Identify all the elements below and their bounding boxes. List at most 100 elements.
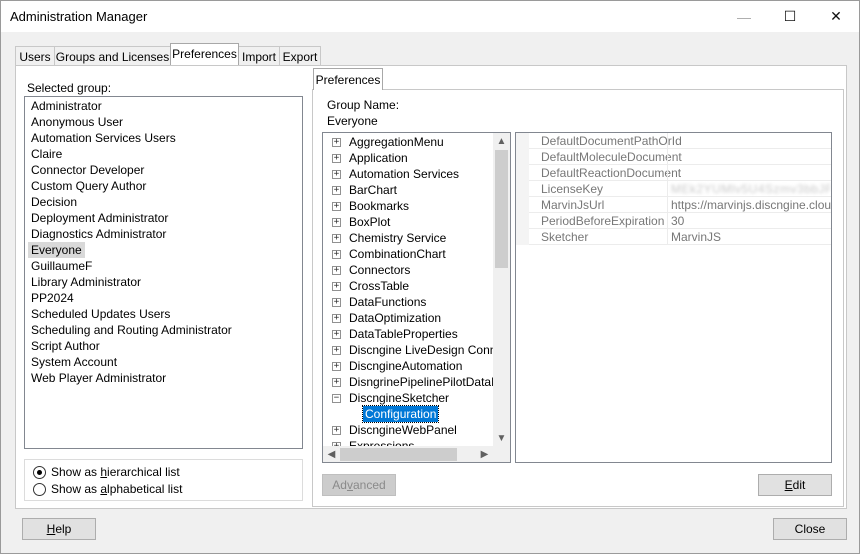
edit-button[interactable]: Edit bbox=[758, 474, 832, 496]
tree-node-label: Configuration bbox=[361, 405, 440, 423]
expand-icon[interactable]: + bbox=[332, 265, 341, 275]
expand-icon[interactable]: + bbox=[332, 217, 341, 227]
radio-hierarchical-label: Show as hierarchical list bbox=[51, 465, 180, 479]
expand-icon[interactable]: + bbox=[332, 425, 341, 435]
expand-icon[interactable]: + bbox=[332, 201, 341, 211]
tree-node-label: BarChart bbox=[349, 183, 398, 197]
property-row[interactable]: DefaultDocumentPathOrId bbox=[516, 133, 831, 149]
expand-icon[interactable]: + bbox=[332, 281, 341, 291]
tree-horizontal-scrollbar[interactable]: ◀ ▶ bbox=[323, 446, 493, 462]
property-key: PeriodBeforeExpiration bbox=[541, 214, 665, 228]
group-list-item[interactable]: Script Author bbox=[28, 338, 103, 354]
group-list-item[interactable]: PP2024 bbox=[28, 290, 77, 306]
tree-node[interactable]: + BarChart bbox=[332, 182, 399, 198]
property-row[interactable]: PeriodBeforeExpiration 30 bbox=[516, 213, 831, 229]
tree-node[interactable]: + Discngine LiveDesign Connect bbox=[332, 342, 510, 358]
group-list-item[interactable]: Scheduled Updates Users bbox=[28, 306, 173, 322]
expand-icon[interactable]: + bbox=[332, 137, 341, 147]
tree-node-label: DataTableProperties bbox=[349, 327, 458, 341]
group-list-item[interactable]: Custom Query Author bbox=[28, 178, 149, 194]
close-icon[interactable]: ✕ bbox=[813, 1, 859, 32]
minimize-icon[interactable]: — bbox=[721, 1, 767, 32]
expand-icon[interactable]: + bbox=[332, 345, 341, 355]
group-list-item[interactable]: Decision bbox=[28, 194, 80, 210]
tree-node[interactable]: + DataTableProperties bbox=[332, 326, 460, 342]
expand-icon[interactable]: + bbox=[332, 313, 341, 323]
tree-vertical-scrollbar[interactable]: ▲ ▼ bbox=[493, 133, 510, 447]
tab-export[interactable]: Export bbox=[279, 46, 321, 65]
properties-grid[interactable]: DefaultDocumentPathOrId DefaultMoleculeDo… bbox=[515, 132, 832, 463]
tree-node[interactable]: + CombinationChart bbox=[332, 246, 448, 262]
group-list-item[interactable]: GuillaumeF bbox=[28, 258, 95, 274]
group-list-item[interactable]: Library Administrator bbox=[28, 274, 144, 290]
expand-icon[interactable]: + bbox=[332, 153, 341, 163]
tree-node[interactable]: + Chemistry Service bbox=[332, 230, 448, 246]
scroll-down-icon[interactable]: ▼ bbox=[493, 430, 510, 447]
tab-preferences-inner[interactable]: Preferences bbox=[313, 68, 383, 90]
expand-icon[interactable]: + bbox=[332, 169, 341, 179]
tree-child-node[interactable]: Configuration bbox=[361, 405, 440, 423]
property-row[interactable]: LicenseKey MEk2YUMlv5U4Szmv3bbJFUq bbox=[516, 181, 831, 197]
help-button[interactable]: Help bbox=[22, 518, 96, 540]
expand-icon[interactable]: + bbox=[332, 329, 341, 339]
group-list-item[interactable]: Diagnostics Administrator bbox=[28, 226, 169, 242]
group-list-item[interactable]: Everyone bbox=[28, 242, 85, 258]
tree-node[interactable]: + Automation Services bbox=[332, 166, 461, 182]
close-button[interactable]: Close bbox=[773, 518, 847, 540]
expand-icon[interactable]: + bbox=[332, 233, 341, 243]
group-name-value: Everyone bbox=[327, 114, 378, 128]
property-row[interactable]: MarvinJsUrl https://marvinjs.discngine.cl… bbox=[516, 197, 831, 213]
expand-icon[interactable]: + bbox=[332, 185, 341, 195]
tab-groups-and-licenses[interactable]: Groups and Licenses bbox=[54, 46, 171, 65]
tree-node[interactable]: + DataFunctions bbox=[332, 294, 428, 310]
tree-node[interactable]: + BoxPlot bbox=[332, 214, 392, 230]
scroll-up-icon[interactable]: ▲ bbox=[493, 133, 510, 150]
group-list-item[interactable]: Anonymous User bbox=[28, 114, 126, 130]
radio-alphabetical[interactable]: Show as alphabetical list bbox=[33, 481, 182, 497]
maximize-icon[interactable]: ☐ bbox=[767, 1, 813, 32]
scroll-right-icon[interactable]: ▶ bbox=[476, 446, 493, 462]
tree-node[interactable]: + DiscngineWebPanel bbox=[332, 422, 459, 438]
tree-node-label: BoxPlot bbox=[349, 215, 391, 229]
group-list-item[interactable]: Administrator bbox=[28, 98, 105, 114]
tree-node[interactable]: + AggregationMenu bbox=[332, 134, 446, 150]
group-list-item[interactable]: Claire bbox=[28, 146, 65, 162]
tree-node[interactable]: + Connectors bbox=[332, 262, 412, 278]
group-list-item[interactable]: Deployment Administrator bbox=[28, 210, 171, 226]
group-list-item[interactable]: Automation Services Users bbox=[28, 130, 179, 146]
radio-alphabetical-circle[interactable] bbox=[33, 482, 46, 496]
property-row[interactable]: DefaultReactionDocument bbox=[516, 165, 831, 181]
tree-node-label: Automation Services bbox=[349, 167, 460, 181]
tree-node[interactable]: − DiscngineSketcher bbox=[332, 390, 451, 406]
tab-import[interactable]: Import bbox=[238, 46, 280, 65]
group-list-item[interactable]: Scheduling and Routing Administrator bbox=[28, 322, 235, 338]
group-list-item[interactable]: System Account bbox=[28, 354, 120, 370]
expand-icon[interactable]: + bbox=[332, 361, 341, 371]
tree-node[interactable]: + Application bbox=[332, 150, 410, 166]
property-row[interactable]: DefaultMoleculeDocument bbox=[516, 149, 831, 165]
advanced-button[interactable]: Advanced bbox=[322, 474, 396, 496]
selected-group-label: Selected group: bbox=[27, 81, 112, 95]
tab-users[interactable]: Users bbox=[15, 46, 55, 65]
expand-icon[interactable]: + bbox=[332, 377, 341, 387]
radio-hierarchical-circle[interactable] bbox=[33, 465, 46, 479]
tree-node[interactable]: + DisngrinePipelinePilotDataFun bbox=[332, 374, 510, 390]
group-list-item[interactable]: Connector Developer bbox=[28, 162, 147, 178]
tree-node[interactable]: + Bookmarks bbox=[332, 198, 411, 214]
radio-hierarchical[interactable]: Show as hierarchical list bbox=[33, 464, 180, 480]
group-listbox[interactable]: Administrator Anonymous User Automation Se… bbox=[24, 96, 303, 449]
tree-node[interactable]: + DataOptimization bbox=[332, 310, 443, 326]
collapse-icon[interactable]: − bbox=[332, 393, 341, 403]
tree-node[interactable]: + DiscngineAutomation bbox=[332, 358, 464, 374]
expand-icon[interactable]: + bbox=[332, 297, 341, 307]
preferences-tree[interactable]: + AggregationMenu + Application + Automation … bbox=[322, 132, 511, 463]
scroll-left-icon[interactable]: ◀ bbox=[323, 446, 340, 462]
group-list-item[interactable]: Web Player Administrator bbox=[28, 370, 169, 386]
scroll-thumb-horizontal[interactable] bbox=[340, 448, 457, 461]
tree-node[interactable]: + CrossTable bbox=[332, 278, 411, 294]
property-row[interactable]: Sketcher MarvinJS bbox=[516, 229, 831, 245]
property-row-gutter bbox=[516, 213, 529, 229]
expand-icon[interactable]: + bbox=[332, 249, 341, 259]
scroll-thumb-vertical[interactable] bbox=[495, 150, 508, 268]
tab-preferences[interactable]: Preferences bbox=[170, 43, 239, 65]
